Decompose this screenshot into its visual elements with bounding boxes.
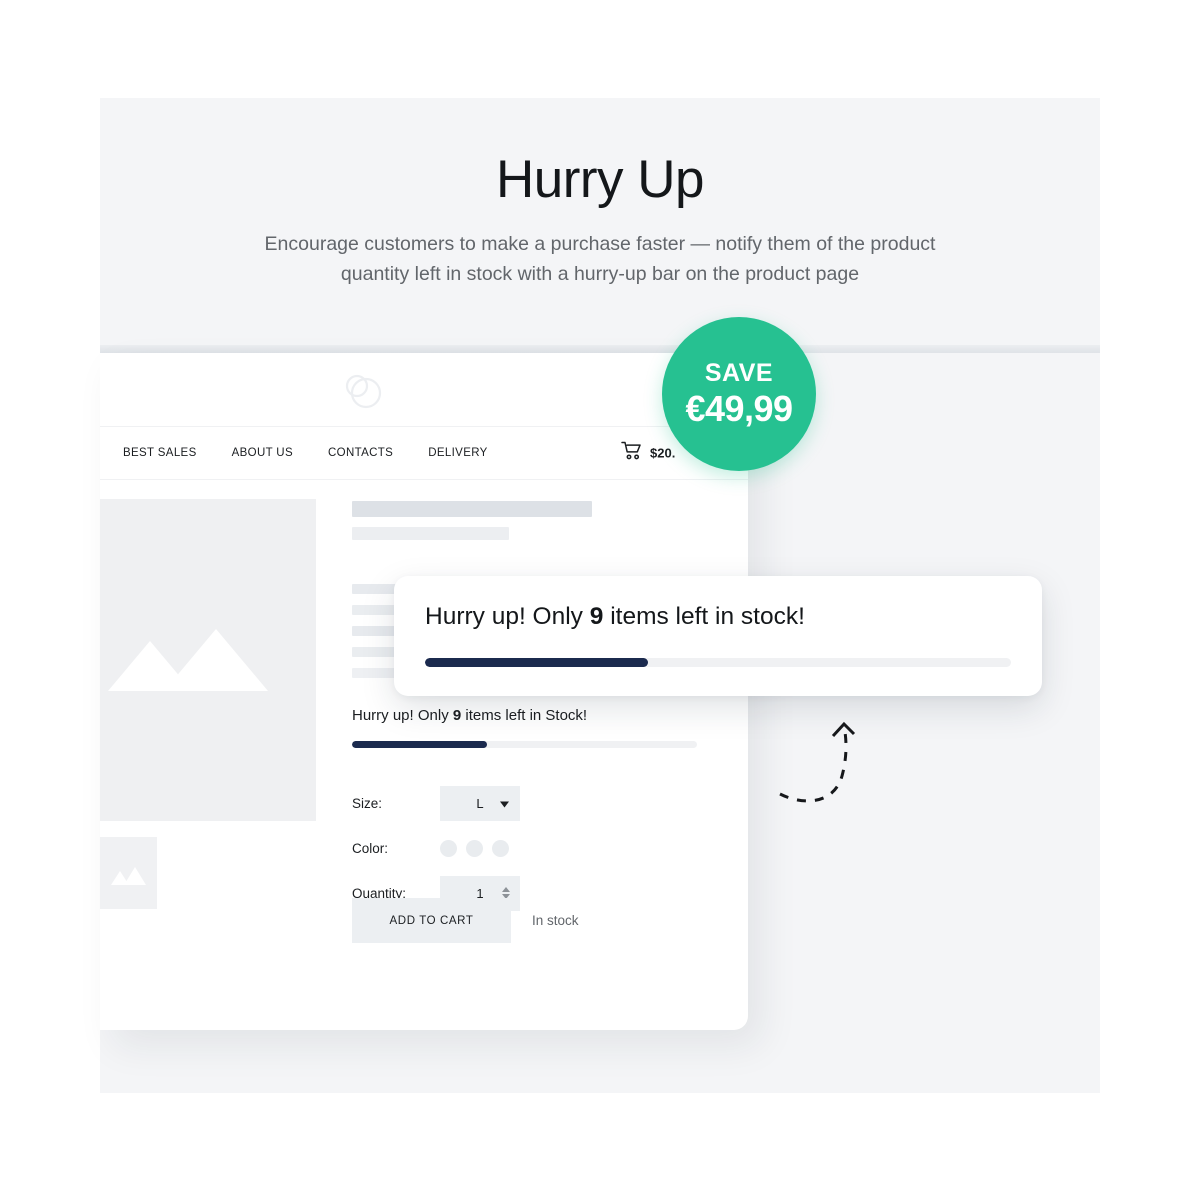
- cart-total-amount: $20.: [650, 445, 676, 460]
- callout-text-after: items left in stock!: [603, 603, 805, 630]
- color-swatch[interactable]: [466, 839, 483, 857]
- callout-text-before: Hurry up! Only: [425, 603, 590, 630]
- option-row-color: Color:: [352, 831, 509, 865]
- overlapping-circles-logo-icon: [338, 367, 386, 415]
- nav-item-contacts[interactable]: CONTACTS: [328, 447, 393, 459]
- size-label: Size:: [352, 795, 383, 811]
- save-badge: SAVE €49,99: [662, 317, 816, 471]
- hurry-up-inline-progress-track: [352, 741, 697, 748]
- product-detail-area: Hurry up! Only 9 items left in Stock! Si…: [100, 479, 748, 1030]
- option-row-size: Size: L: [352, 785, 520, 821]
- nav-links: BEST SALES ABOUT US CONTACTS DELIVERY: [100, 447, 488, 459]
- hurry-up-inline-progress-fill: [352, 741, 487, 748]
- promo-screenshot: Hurry Up Encourage customers to make a p…: [0, 0, 1200, 1200]
- product-thumbnail-placeholder[interactable]: [100, 837, 157, 909]
- image-placeholder-icon: [107, 865, 151, 890]
- save-badge-label: SAVE: [704, 359, 774, 387]
- hurry-up-inline-block: Hurry up! Only 9 items left in Stock!: [352, 707, 697, 748]
- hero-section: Hurry Up Encourage customers to make a p…: [100, 98, 1100, 290]
- nav-item-best-sales[interactable]: BEST SALES: [123, 447, 197, 459]
- shopping-cart-icon: [621, 440, 643, 465]
- callout-progress-fill: [425, 658, 648, 667]
- page-title: Hurry Up: [495, 150, 705, 209]
- hurry-up-callout-card: Hurry up! Only 9 items left in stock!: [394, 576, 1042, 696]
- color-swatches: [440, 839, 509, 857]
- save-badge-amount: €49,99: [685, 388, 793, 429]
- stock-status-text: In stock: [532, 913, 579, 928]
- size-selected-value: L: [476, 795, 484, 811]
- cart-widget[interactable]: $20.: [621, 440, 675, 465]
- chevron-down-icon: [500, 796, 509, 811]
- callout-text: Hurry up! Only 9 items left in stock!: [425, 602, 805, 631]
- dashed-curved-arrow-icon: [778, 718, 868, 813]
- shop-navigation: BEST SALES ABOUT US CONTACTS DELIVERY $2…: [100, 426, 748, 480]
- callout-count: 9: [589, 603, 604, 630]
- product-main-image-placeholder[interactable]: [100, 499, 316, 821]
- hurry-up-inline-count: 9: [452, 707, 462, 724]
- cta-row: ADD TO CART In stock: [352, 898, 579, 943]
- nav-item-about-us[interactable]: ABOUT US: [232, 447, 293, 459]
- add-to-cart-button[interactable]: ADD TO CART: [352, 898, 511, 943]
- hurry-up-inline-text-before: Hurry up! Only: [352, 707, 453, 724]
- size-select[interactable]: L: [440, 785, 520, 821]
- skeleton-product-title: [352, 501, 592, 517]
- hurry-up-inline-text: Hurry up! Only 9 items left in Stock!: [352, 707, 697, 725]
- skeleton-product-subtitle: [352, 527, 509, 540]
- callout-progress-track: [425, 658, 1011, 667]
- hurry-up-inline-text-after: items left in Stock!: [461, 707, 588, 724]
- color-label: Color:: [352, 840, 389, 856]
- hero-divider-strip: [100, 345, 1100, 353]
- page-subtitle: Encourage customers to make a purchase f…: [264, 232, 936, 286]
- image-placeholder-icon: [108, 627, 308, 696]
- nav-item-delivery[interactable]: DELIVERY: [428, 447, 487, 459]
- color-swatch[interactable]: [440, 839, 457, 857]
- color-swatch[interactable]: [492, 839, 509, 857]
- shop-header: [100, 353, 748, 427]
